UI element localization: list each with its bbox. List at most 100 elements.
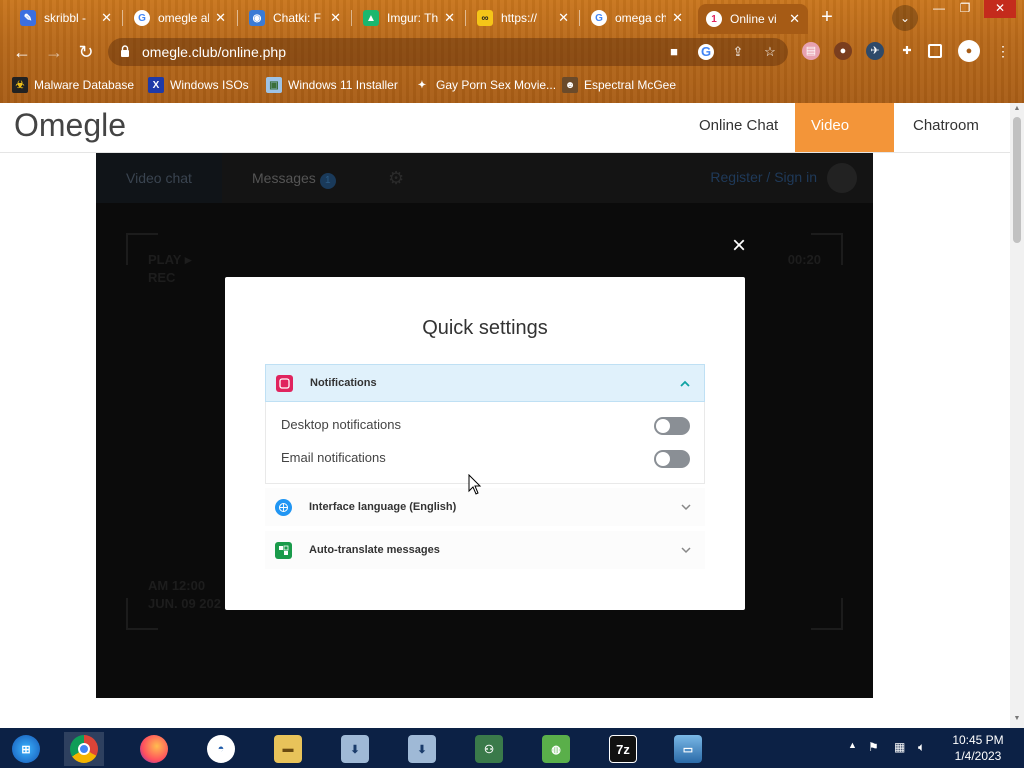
email-notifications-toggle[interactable] [654,450,690,468]
messages-badge: 1 [319,173,336,189]
taskbar-explorer[interactable]: ▬ [268,732,308,766]
close-modal-icon[interactable]: × [730,234,748,258]
tab-https[interactable]: ∞ https:// ✕ [469,4,577,32]
tab-omegle-al[interactable]: G omegle al ✕ [126,4,234,32]
taskbar-7zip[interactable]: 7z [603,732,643,766]
bookmark-malware-database[interactable]: ☣ Malware Database [12,76,134,94]
taskbar-obama[interactable]: ◓ [201,732,241,766]
bookmark-espectral-mcgee[interactable]: ☻ Espectral McGee [562,76,676,94]
puzzle-extension-icon[interactable]: ✈ [866,42,884,60]
7zip-icon: 7z [609,735,637,763]
nav-online-chat[interactable]: Online Chat [683,103,794,152]
google-lens-icon[interactable]: G [698,44,714,60]
user-avatar[interactable] [827,163,857,193]
close-tab-icon[interactable]: ✕ [789,11,800,27]
installer-icon: ⬇ [341,735,369,763]
notifications-header[interactable]: Notifications [265,364,705,402]
tab-chatki[interactable]: ◉ Chatki: F ✕ [241,4,349,32]
chevron-down-icon[interactable] [679,500,693,514]
interface-language-header[interactable]: Interface language (English) [265,488,705,526]
auto-translate-header[interactable]: Auto-translate messages [265,531,705,569]
page-scrollbar[interactable]: ▲ ▼ [1010,103,1024,728]
virus-icon: ☣ [12,77,28,93]
close-window-button[interactable]: ✕ [984,0,1016,18]
windows-taskbar: ⊞ ◓ ▬ ⬇ ⬇ ⚇ ◍ 7z ▭ ▲ ⚑ ▦ 🔈︎ 10:45 PM 1/4… [0,728,1024,768]
settings-gear-icon[interactable]: ⚙ [388,153,404,203]
browser-chrome: ✎ skribbl - ✕ G omegle al ✕ ◉ Chatki: F … [0,0,1024,103]
side-panel-icon[interactable] [928,44,942,58]
minimize-button[interactable]: — [926,0,952,18]
network-tray-icon[interactable]: ▦ [894,740,905,754]
bookmark-windows-isos[interactable]: X Windows ISOs [148,76,249,94]
start-button[interactable]: ⊞ [6,732,46,766]
google-icon: G [591,10,607,26]
taskbar-network[interactable]: ⚇ [469,732,509,766]
mask-icon: ∞ [477,10,493,26]
modal-title: Quick settings [422,317,548,339]
new-tab-button[interactable]: + [815,6,839,30]
scrollbar-thumb[interactable] [1013,117,1021,243]
profile-avatar-icon[interactable]: ● [958,40,980,62]
firefox-icon [140,735,168,763]
site-logo[interactable]: Omegle [14,107,126,144]
close-tab-icon[interactable]: ✕ [444,10,455,26]
tab-messages[interactable]: Messages 1 [252,153,336,203]
tab-search-button[interactable]: ⌄ [892,5,918,31]
taskbar-installer-2[interactable]: ⬇ [402,732,442,766]
bell-icon [276,374,293,392]
chrome-icon [70,735,98,763]
taskbar-photos[interactable]: ▭ [668,732,708,766]
imgur-icon: ▲ [363,10,379,26]
desktop-notifications-label: Desktop notifications [281,417,401,432]
tab-omega-ch[interactable]: G omega ch ✕ [583,4,691,32]
chevron-down-icon[interactable] [679,543,693,557]
omegle-icon: 1 [706,11,722,27]
close-tab-icon[interactable]: ✕ [558,10,569,26]
tab-video-chat[interactable]: Video chat [96,153,222,203]
nav-chatroom[interactable]: Chatroom [897,103,995,152]
windows-orb-icon: ⊞ [12,735,40,763]
close-tab-icon[interactable]: ✕ [101,10,112,26]
taskbar-firefox[interactable] [134,732,174,766]
url-text: omegle.club/online.php [142,44,286,60]
forward-button[interactable]: → [42,40,66,64]
system-clock[interactable]: 10:45 PM 1/4/2023 [948,732,1008,764]
cat-icon: ☻ [562,77,578,93]
profile-extension-icon[interactable]: ● [834,42,852,60]
reload-button[interactable]: ↻ [74,40,98,64]
back-button[interactable]: ← [10,40,34,64]
restore-button[interactable]: ❐ [952,0,978,18]
network-icon: ⚇ [475,735,503,763]
scroll-up-icon[interactable]: ▲ [1013,105,1021,112]
close-tab-icon[interactable]: ✕ [215,10,226,26]
tab-skribbl[interactable]: ✎ skribbl - ✕ [12,4,120,32]
bookmark-star-icon[interactable]: ☆ [762,44,778,60]
tray-expand-icon[interactable]: ▲ [848,740,857,750]
close-tab-icon[interactable]: ✕ [672,10,683,26]
camera-blocked-icon[interactable]: ■ [666,44,682,60]
scroll-down-icon[interactable]: ▼ [1013,715,1021,722]
bookmarks-bar: ☣ Malware Database X Windows ISOs ▣ Wind… [0,72,1024,98]
register-signin-link[interactable]: Register / Sign in [710,169,817,185]
share-icon[interactable]: ⇪ [730,44,746,60]
taskbar-disk[interactable]: ◍ [536,732,576,766]
taskbar-installer-1[interactable]: ⬇ [335,732,375,766]
volume-icon[interactable]: 🔈︎ [918,740,925,755]
tab-online-video[interactable]: 1 Online vi ✕ [698,4,808,34]
chevron-up-icon[interactable] [678,376,692,390]
bookmark-gay-porn[interactable]: ✦ Gay Porn Sex Movie... [414,76,556,94]
photos-icon: ▭ [674,735,702,763]
tab-imgur[interactable]: ▲ Imgur: Th ✕ [355,4,463,32]
action-center-flag-icon[interactable]: ⚑ [868,740,879,754]
taskbar-chrome[interactable] [64,732,104,766]
site-header: Omegle Online Chat Video chat Chatroom [0,103,1010,180]
close-tab-icon[interactable]: ✕ [330,10,341,26]
bookmark-windows-11-installer[interactable]: ▣ Windows 11 Installer [266,76,398,94]
nav-video-chat[interactable]: Video chat [795,103,894,180]
desktop-notifications-toggle[interactable] [654,417,690,435]
flag-extension-icon[interactable]: ▤ [802,42,820,60]
pen-icon: ✎ [20,10,36,26]
extensions-icon[interactable]: ✚ [898,42,916,60]
browser-menu-icon[interactable]: ⋮ [994,42,1012,60]
address-bar[interactable]: omegle.club/online.php ■ G ⇪ ☆ [108,38,788,66]
